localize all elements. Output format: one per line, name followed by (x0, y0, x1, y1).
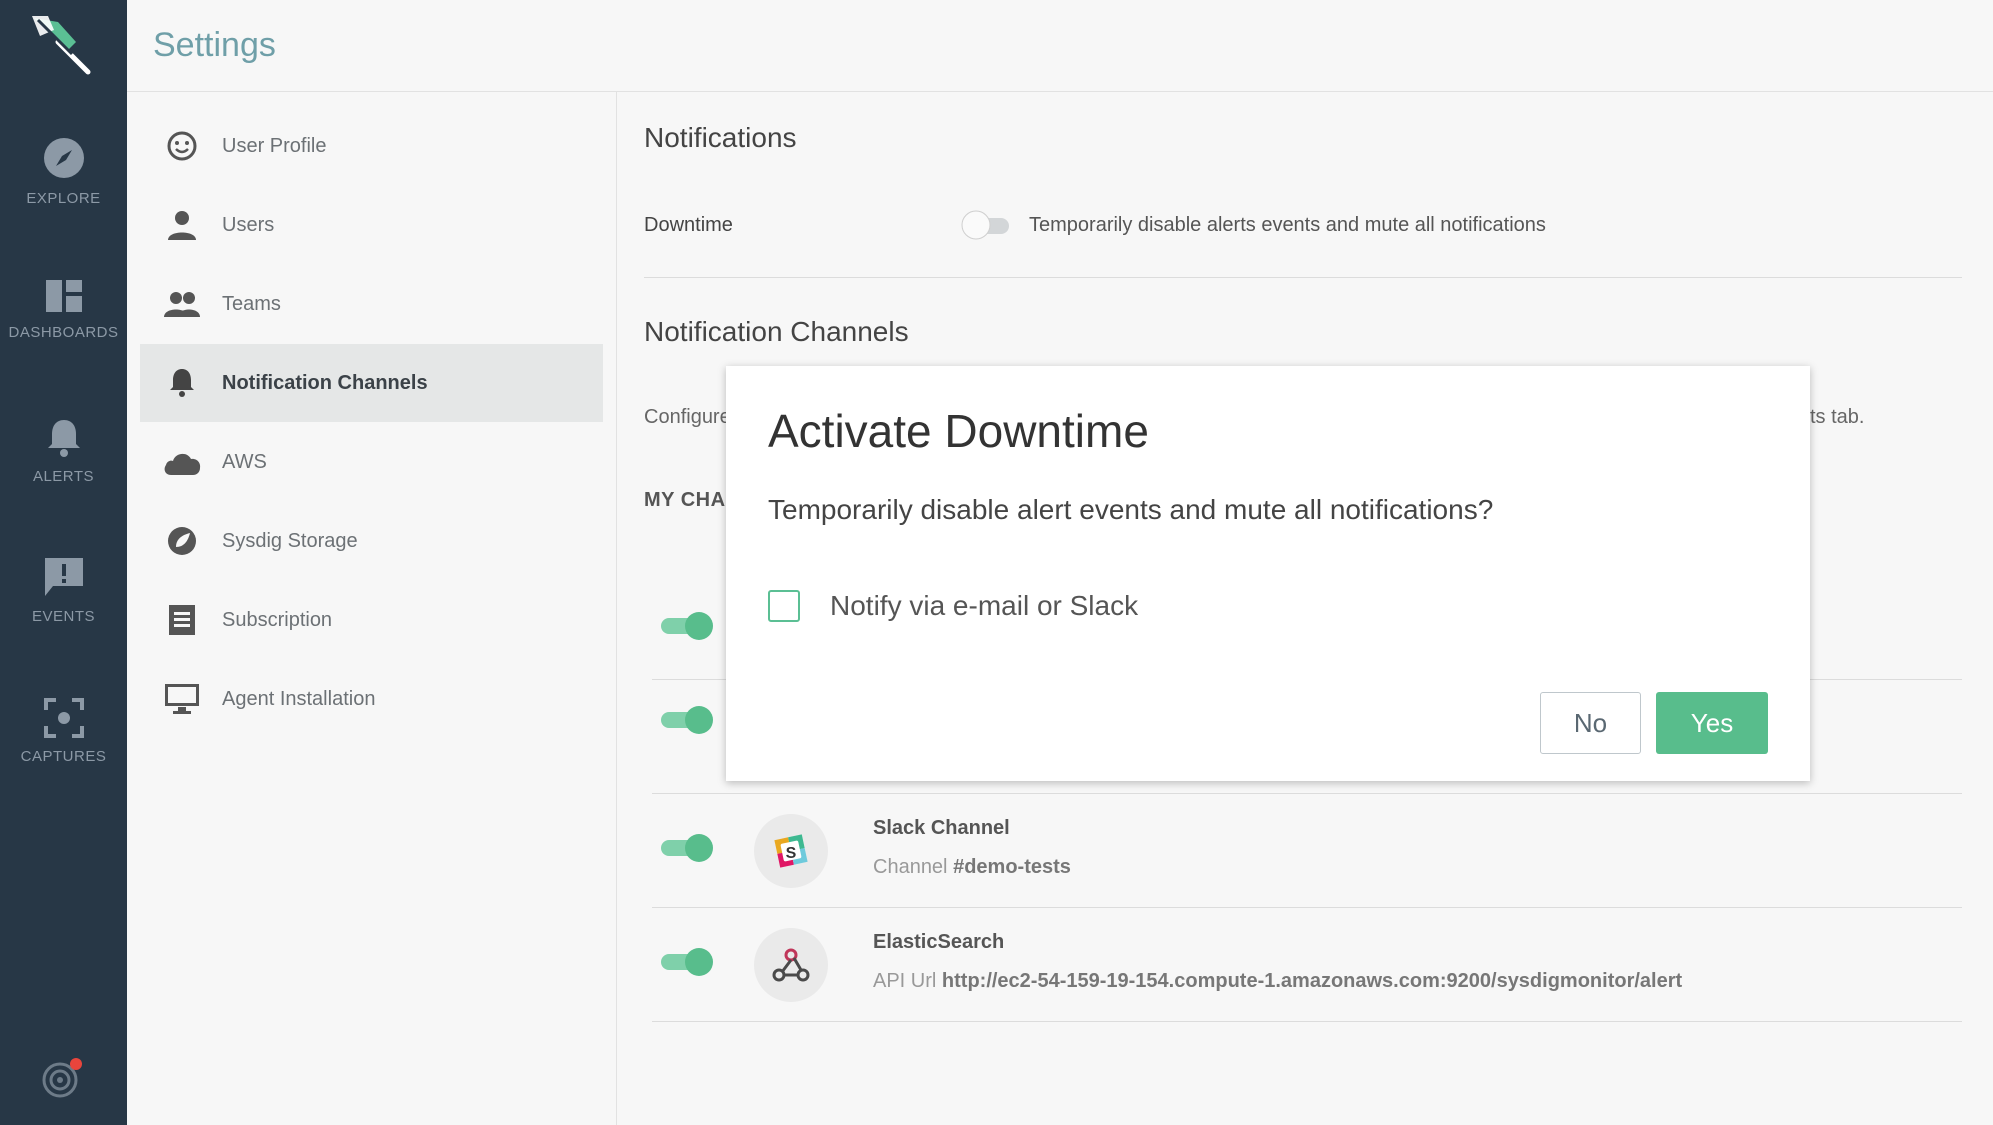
channel-detail-value: http://ec2-54-159-19-154.compute-1.amazo… (941, 970, 1683, 992)
exclamation-chat-icon (44, 558, 83, 596)
person-icon (162, 205, 202, 245)
people-icon (162, 284, 202, 324)
nav-item-user-profile[interactable]: User Profile (140, 107, 603, 185)
smiley-icon (162, 126, 202, 166)
notification-radar-icon[interactable] (40, 1056, 84, 1100)
nav-item-aws[interactable]: AWS (140, 423, 603, 501)
svg-text:S: S (786, 845, 797, 862)
nav-item-label: Sysdig Storage (222, 529, 358, 552)
capture-icon (43, 698, 84, 738)
configure-text: Configure (644, 406, 731, 428)
activate-downtime-dialog: Activate Downtime Temporarily disable al… (726, 366, 1810, 781)
channel-toggle[interactable] (659, 704, 715, 736)
rail-events[interactable]: EVENTS (0, 556, 127, 625)
channel-toggle[interactable] (659, 946, 715, 978)
divider (644, 277, 1962, 278)
storage-icon (162, 521, 202, 561)
nav-item-sysdig-storage[interactable]: Sysdig Storage (140, 502, 603, 580)
nav-item-label: Agent Installation (222, 687, 376, 710)
nav-item-subscription[interactable]: Subscription (140, 581, 603, 659)
notification-channels-title: Notification Channels (644, 316, 909, 347)
cloud-icon (162, 442, 202, 482)
sysdig-logo-icon[interactable] (28, 12, 98, 76)
nav-item-label: Subscription (222, 608, 333, 631)
yes-button[interactable]: Yes (1656, 692, 1768, 754)
rail-explore-label: EXPLORE (26, 190, 101, 207)
bell-icon (47, 420, 80, 457)
settings-nav: User Profile Users Teams Notification Ch… (127, 92, 617, 1125)
my-channels-heading: MY CHA (644, 489, 726, 511)
rail-dashboards[interactable]: DASHBOARDS (0, 278, 127, 341)
rail-alerts-label: ALERTS (32, 468, 95, 485)
monitor-icon (162, 679, 202, 719)
channel-row-slack: S Slack Channel Channel #demo-tests (652, 794, 1962, 908)
rail-dashboards-label: DASHBOARDS (8, 324, 119, 341)
channel-toggle[interactable] (659, 832, 715, 864)
downtime-description: Temporarily disable alerts events and mu… (1029, 214, 1546, 236)
notify-checkbox-label[interactable]: Notify via e-mail or Slack (830, 590, 1138, 622)
nav-item-agent-installation[interactable]: Agent Installation (140, 660, 603, 738)
notifications-title: Notifications (644, 122, 797, 153)
page-header: Settings (127, 0, 1993, 92)
dialog-title: Activate Downtime (768, 405, 1149, 457)
channel-detail-value: #demo-tests (953, 856, 1071, 878)
rail-explore[interactable]: EXPLORE (0, 136, 127, 207)
rail-captures[interactable]: CAPTURES (0, 698, 127, 765)
downtime-label: Downtime (644, 214, 733, 236)
dialog-message: Temporarily disable alert events and mut… (768, 494, 1494, 525)
bell-icon (162, 363, 202, 403)
channel-name: Slack Channel (873, 817, 1010, 839)
channel-detail: Channel #demo-tests (873, 856, 1071, 879)
channel-detail-label: Channel (873, 856, 948, 878)
nav-item-label: AWS (222, 450, 267, 473)
webhook-icon (754, 928, 828, 1002)
channel-toggle[interactable] (659, 610, 715, 642)
nav-item-label: Users (222, 213, 275, 236)
channel-detail-label: API Url (873, 970, 937, 992)
channel-row-elasticsearch: ElasticSearch API Url http://ec2-54-159-… (652, 908, 1962, 1022)
left-rail: EXPLORE DASHBOARDS ALERTS EVENTS CAPTURE… (0, 0, 127, 1125)
receipt-icon (162, 600, 202, 640)
channel-name: ElasticSearch (873, 931, 1005, 953)
rail-alerts[interactable]: ALERTS (0, 418, 127, 485)
configure-text-tail: ts tab. (1810, 406, 1865, 428)
nav-item-label: User Profile (222, 134, 327, 157)
nav-item-label: Notification Channels (222, 371, 428, 394)
dashboard-icon (45, 280, 82, 312)
no-button[interactable]: No (1540, 692, 1641, 754)
slack-icon: S (754, 814, 828, 888)
rail-events-label: EVENTS (31, 608, 95, 625)
compass-icon (43, 138, 84, 178)
rail-captures-label: CAPTURES (20, 748, 107, 765)
notify-checkbox[interactable] (768, 590, 800, 622)
nav-item-users[interactable]: Users (140, 186, 603, 264)
nav-item-label: Teams (222, 292, 281, 315)
page-title: Settings (153, 26, 276, 64)
nav-item-teams[interactable]: Teams (140, 265, 603, 343)
channel-detail: API Url http://ec2-54-159-19-154.compute… (873, 970, 1682, 993)
downtime-toggle[interactable] (961, 210, 1013, 240)
nav-item-notification-channels[interactable]: Notification Channels (140, 344, 603, 422)
